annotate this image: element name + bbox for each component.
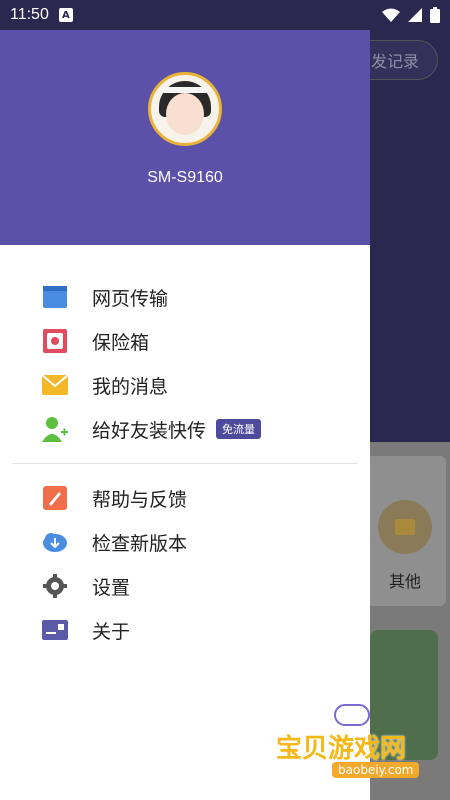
about-icon bbox=[42, 617, 68, 643]
divider bbox=[12, 463, 358, 464]
menu-item-settings[interactable]: 设置 bbox=[0, 564, 370, 608]
signal-icon bbox=[408, 8, 422, 22]
message-icon bbox=[42, 372, 68, 398]
watermark-url: baobeiy.com bbox=[332, 762, 420, 778]
menu-item-invite-friend[interactable]: 给好友装快传 免流量 bbox=[0, 407, 370, 451]
menu-label: 网页传输 bbox=[92, 287, 169, 310]
menu-label: 帮助与反馈 bbox=[92, 488, 188, 511]
free-data-badge: 免流量 bbox=[216, 419, 262, 439]
safe-icon bbox=[42, 328, 68, 354]
menu-item-check-update[interactable]: 检查新版本 bbox=[0, 520, 370, 564]
invite-friend-icon bbox=[42, 416, 68, 442]
gamepad-icon bbox=[334, 704, 370, 726]
status-time: 11:50 bbox=[10, 6, 49, 23]
battery-icon bbox=[430, 7, 440, 23]
menu-label: 给好友装快传 bbox=[92, 419, 207, 442]
notification-a-icon: A bbox=[58, 8, 73, 22]
web-transfer-icon bbox=[42, 284, 68, 310]
watermark-text: 宝贝游戏网 bbox=[276, 734, 407, 764]
menu-label: 检查新版本 bbox=[92, 532, 188, 555]
menu-label: 保险箱 bbox=[92, 331, 150, 354]
navigation-drawer: SM-S9160 网页传输 保险箱 我的消息 给好友装快传 免流量 帮助与反馈 … bbox=[0, 30, 370, 800]
menu-item-help-feedback[interactable]: 帮助与反馈 bbox=[0, 476, 370, 520]
drawer-menu: 网页传输 保险箱 我的消息 给好友装快传 免流量 帮助与反馈 检查新版本 设置 … bbox=[0, 245, 370, 652]
update-icon bbox=[42, 529, 68, 555]
watermark: 宝贝游戏网 baobeiy.com bbox=[270, 690, 440, 790]
menu-item-messages[interactable]: 我的消息 bbox=[0, 363, 370, 407]
drawer-header: SM-S9160 bbox=[0, 30, 370, 245]
menu-item-about[interactable]: 关于 bbox=[0, 608, 370, 652]
menu-label: 关于 bbox=[92, 620, 131, 643]
status-bar: 11:50 A bbox=[0, 0, 450, 30]
menu-item-web-transfer[interactable]: 网页传输 bbox=[0, 275, 370, 319]
help-feedback-icon bbox=[42, 485, 68, 511]
folder-icon[interactable] bbox=[378, 500, 432, 554]
avatar[interactable] bbox=[148, 72, 222, 146]
menu-item-safe[interactable]: 保险箱 bbox=[0, 319, 370, 363]
gear-icon bbox=[42, 573, 68, 599]
menu-label: 设置 bbox=[92, 576, 131, 599]
menu-label: 我的消息 bbox=[92, 375, 169, 398]
status-icons bbox=[382, 7, 440, 23]
other-label: 其他 bbox=[389, 572, 422, 591]
wifi-icon bbox=[382, 8, 400, 22]
device-name: SM-S9160 bbox=[147, 169, 223, 186]
